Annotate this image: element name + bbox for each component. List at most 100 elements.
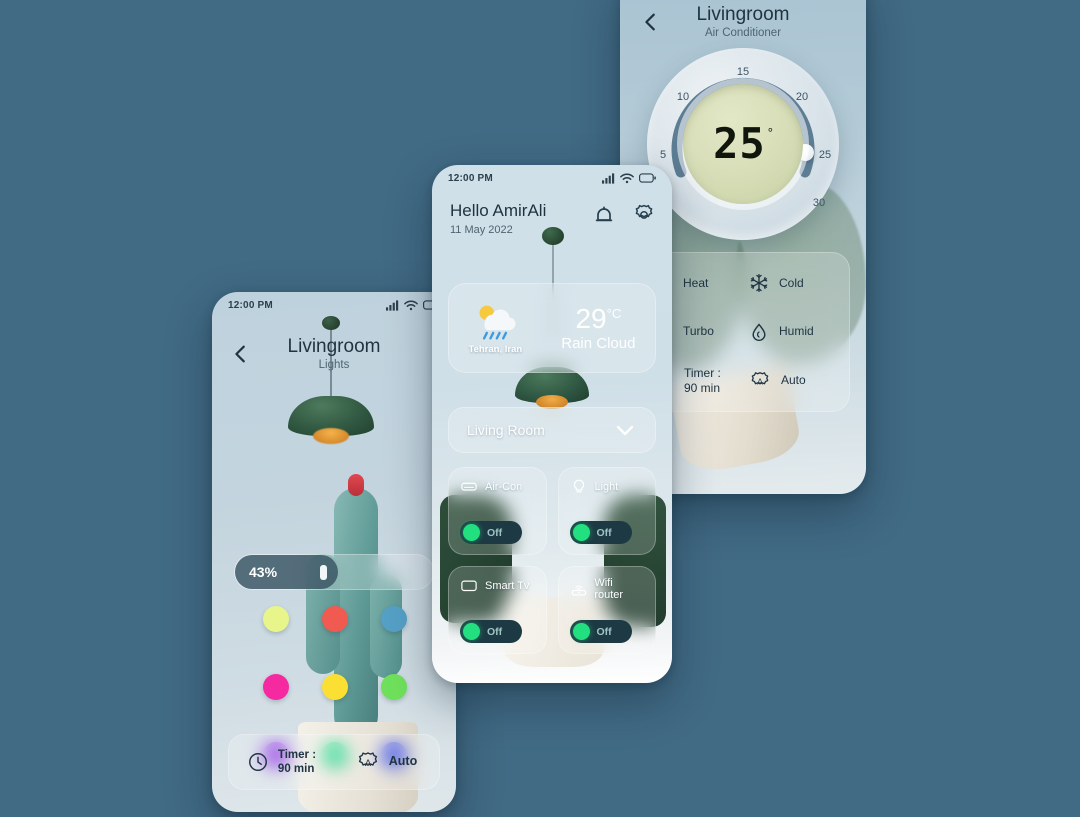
svg-text:A: A bbox=[757, 376, 763, 386]
weather-city: Tehran, Iran bbox=[468, 343, 523, 355]
mode-auto[interactable]: A Auto bbox=[743, 356, 839, 405]
brightness-value: 43% bbox=[249, 564, 278, 580]
screenshot-stage: Livingroom Air Conditioner 5 10 15 20 25… bbox=[0, 0, 1080, 817]
mode-auto-label: Auto bbox=[781, 373, 806, 388]
header-icons bbox=[592, 203, 656, 227]
ac-nav-titles: Livingroom Air Conditioner bbox=[640, 3, 846, 40]
device-grid: Air-Con Off Light Off Smart Tv Off Wifi … bbox=[448, 467, 656, 654]
weather-temperature: 29 bbox=[575, 302, 607, 334]
device-toggle-wifi-router[interactable]: Off bbox=[569, 620, 632, 643]
status-time: 12:00 PM bbox=[228, 299, 273, 311]
weather-condition: Rain Cloud bbox=[561, 334, 636, 352]
color-swatch-red[interactable] bbox=[321, 606, 348, 632]
wifi-icon bbox=[620, 173, 634, 183]
droplet-icon bbox=[752, 323, 766, 342]
device-label-air-con: Air-Con bbox=[485, 481, 523, 493]
gear-icon[interactable] bbox=[632, 203, 656, 227]
device-card-light[interactable]: Light Off bbox=[557, 467, 656, 555]
lightbulb-icon bbox=[573, 479, 584, 493]
device-state-smart-tv: Off bbox=[487, 625, 503, 638]
mode-timer-line1: Timer : bbox=[684, 365, 721, 380]
lights-timer-button[interactable]: Timer : 90 min bbox=[229, 748, 334, 777]
brightness-slider[interactable]: 43% bbox=[234, 554, 434, 590]
battery-icon bbox=[639, 173, 656, 183]
lcd-readout: 25 ° bbox=[713, 123, 773, 165]
device-header: Smart Tv bbox=[460, 577, 535, 595]
device-toggle-light[interactable]: Off bbox=[569, 521, 632, 544]
decorative-lamp-glow bbox=[313, 428, 349, 444]
mode-timer-label: Timer : 90 min bbox=[684, 366, 721, 396]
weather-temperature-row: 29 °C bbox=[575, 302, 622, 334]
greeting-text: Hello AmirAli bbox=[450, 201, 547, 220]
ac-page-subtitle: Air Conditioner bbox=[704, 27, 782, 40]
status-icons bbox=[602, 172, 656, 184]
mode-turbo-label: Turbo bbox=[683, 324, 714, 339]
lcd-temperature-value: 25 bbox=[713, 119, 766, 168]
color-swatch-magenta[interactable] bbox=[262, 674, 289, 700]
auto-gear-icon: A bbox=[358, 752, 377, 769]
temperature-dial[interactable]: 5 10 15 20 25 30 25 ° bbox=[647, 48, 839, 240]
mode-cold-label: Cold bbox=[779, 275, 804, 290]
weather-card[interactable]: Tehran, Iran 29 °C Rain Cloud bbox=[448, 283, 656, 373]
device-card-smart-tv[interactable]: Smart Tv Off bbox=[448, 566, 547, 654]
ac-page-title: Livingroom bbox=[696, 3, 790, 25]
chevron-down-icon[interactable] bbox=[613, 418, 637, 442]
mode-cold[interactable]: Cold bbox=[743, 259, 839, 308]
device-card-air-con[interactable]: Air-Con Off bbox=[448, 467, 547, 555]
room-selector[interactable]: Living Room bbox=[448, 407, 656, 453]
toggle-knob bbox=[572, 524, 590, 541]
lights-bottom-bar: Timer : 90 min A Auto bbox=[228, 734, 440, 790]
color-swatch-steel-blue[interactable] bbox=[381, 606, 408, 632]
lights-page-title: Livingroom bbox=[287, 335, 381, 357]
svg-text:A: A bbox=[365, 758, 372, 769]
wifi-icon bbox=[404, 300, 418, 310]
device-toggle-air-con[interactable]: Off bbox=[460, 521, 522, 544]
color-swatch-pale-yellow[interactable] bbox=[262, 606, 289, 632]
brightness-slider-handle[interactable] bbox=[319, 564, 327, 580]
dial-tick-30: 30 bbox=[813, 197, 825, 209]
device-label-wifi-router: Wifi router bbox=[594, 577, 624, 601]
color-swatch-light-green[interactable] bbox=[381, 674, 408, 700]
device-header: Light bbox=[570, 478, 645, 496]
device-toggle-smart-tv[interactable]: Off bbox=[460, 620, 522, 643]
lights-status-bar: 12:00 PM bbox=[212, 292, 456, 318]
device-card-wifi-router[interactable]: Wifi router Off bbox=[557, 566, 656, 654]
dial-lcd-face: 25 ° bbox=[683, 84, 803, 204]
lights-phone: 12:00 PM Livingroom Lights 43% Timer: 9… bbox=[212, 292, 456, 812]
status-time: 12:00 PM bbox=[448, 172, 493, 184]
dial-tick-10: 10 bbox=[677, 91, 689, 103]
toggle-knob bbox=[463, 524, 480, 541]
room-selector-value: Living Room bbox=[467, 422, 545, 438]
weather-degree-unit: °C bbox=[606, 305, 622, 321]
signal-bars-icon bbox=[386, 299, 399, 311]
lights-timer-line2: 90 min bbox=[277, 763, 315, 775]
wifi-router-icon bbox=[571, 585, 586, 596]
device-header: Air-Con bbox=[460, 478, 535, 496]
device-state-wifi-router: Off bbox=[596, 625, 612, 638]
device-state-air-con: Off bbox=[487, 526, 503, 539]
lights-page-subtitle: Lights bbox=[318, 359, 350, 372]
weather-readout: 29 °C Rain Cloud bbox=[542, 302, 655, 352]
dial-tick-25: 25 bbox=[819, 149, 831, 161]
lights-timer-line1: Timer : bbox=[277, 748, 317, 761]
lights-nav-titles: Livingroom Lights bbox=[230, 335, 438, 372]
lights-navbar: Livingroom Lights bbox=[212, 328, 456, 380]
lights-auto-button[interactable]: A Auto bbox=[334, 750, 439, 774]
lights-timer-text: Timer : 90 min bbox=[278, 748, 316, 777]
snowflake-icon bbox=[750, 274, 768, 293]
ac-navbar: Livingroom Air Conditioner bbox=[620, 0, 866, 48]
bell-icon[interactable] bbox=[592, 203, 616, 227]
dial-tick-20: 20 bbox=[796, 91, 808, 103]
brightness-slider-fill[interactable]: 43% bbox=[235, 555, 338, 589]
color-swatch-yellow[interactable] bbox=[321, 674, 348, 700]
weather-location-block: Tehran, Iran bbox=[449, 302, 542, 355]
device-state-light: Off bbox=[596, 526, 612, 539]
signal-bars-icon bbox=[602, 172, 615, 184]
home-status-bar: 12:00 PM bbox=[432, 165, 672, 191]
home-phone: 12:00 PM Hello AmirAli 11 May 2022 Tehra… bbox=[432, 165, 672, 683]
mode-humid[interactable]: Humid bbox=[743, 308, 839, 357]
greeting-block: Hello AmirAli 11 May 2022 bbox=[450, 201, 546, 236]
lights-auto-label: Auto bbox=[388, 754, 418, 769]
tv-icon bbox=[461, 580, 477, 592]
clock-icon bbox=[248, 753, 267, 771]
